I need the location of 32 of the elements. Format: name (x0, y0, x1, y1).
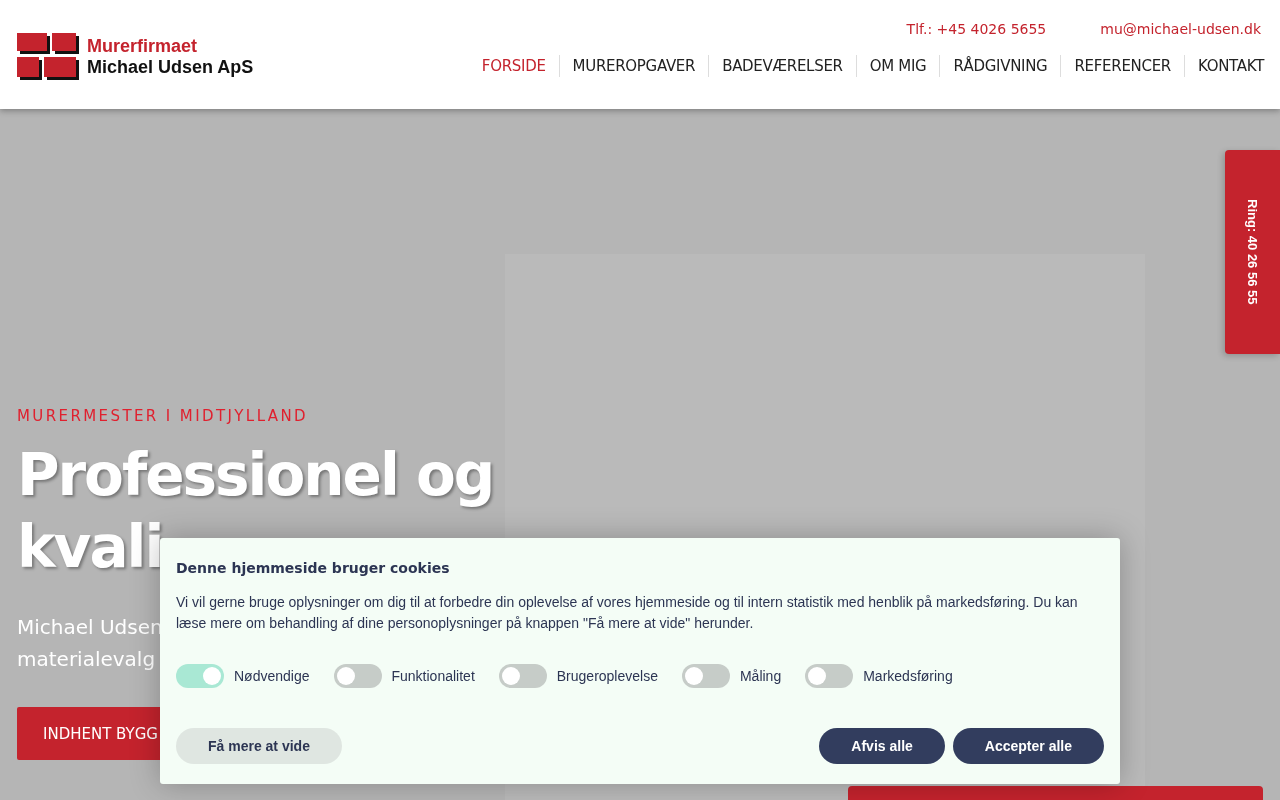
toggle-label: Funktionalitet (391, 668, 475, 684)
dialog-title: Denne hjemmeside bruger cookies (176, 560, 451, 576)
nav-link[interactable]: BADEVÆRELSER (709, 57, 856, 75)
toggle-label: Brugeroplevelse (556, 668, 658, 684)
hero-subtitle: Michael Udsen materialevalg (17, 614, 163, 673)
call-tab[interactable]: Ring: 40 26 56 55 (1225, 150, 1280, 354)
logo-text: Murerfirmaet (87, 35, 199, 57)
reject-button[interactable]: Afvis alle (819, 728, 945, 764)
accept-button[interactable]: Accepter alle (952, 728, 1104, 764)
logo-text: Michael Udsen ApS (87, 56, 254, 78)
email-link[interactable]: mu@michael-udsen.dk (1100, 21, 1261, 37)
toggle-switch[interactable] (681, 664, 730, 688)
toggle-label: Måling (739, 668, 782, 684)
nav-link[interactable]: MUREROPGAVER (559, 57, 709, 75)
more-info-button[interactable]: Få mere at vide (176, 728, 342, 764)
nav-link[interactable]: FORSIDE (468, 57, 559, 75)
hero-eyebrow: MURERMESTER I MIDTJYLLAND (17, 407, 308, 425)
bricks-icon (17, 32, 79, 81)
toggle-switch[interactable] (498, 664, 547, 688)
hero-heading-line: Professionel og (17, 440, 494, 511)
phone-link[interactable]: Tlf.: +45 4026 5655 (906, 21, 1047, 37)
toggle-switch[interactable] (333, 664, 382, 688)
hero-heading-line: kvali (17, 512, 163, 583)
nav-link[interactable]: OM MIG (856, 57, 940, 75)
nav-link[interactable]: KONTAKT (1184, 57, 1280, 75)
toggle-label: Markedsføring (863, 668, 953, 684)
toggle-switch[interactable] (176, 664, 224, 688)
dialog-text: Vi vil gerne bruge oplysninger om dig til at forbedre din oplevelse af vores hjemmeside og til intern statistik med henblik på markedsføring. Du kan læse mere om behandling af dine personoplysninger på knappen "Få mere at vide" herunder. (176, 593, 1079, 633)
nav-link[interactable]: RÅDGIVNING (940, 57, 1061, 75)
nav-link[interactable]: REFERENCER (1061, 57, 1184, 75)
toggle-label: Nødvendige (234, 668, 310, 684)
toggle-switch[interactable] (805, 664, 854, 688)
